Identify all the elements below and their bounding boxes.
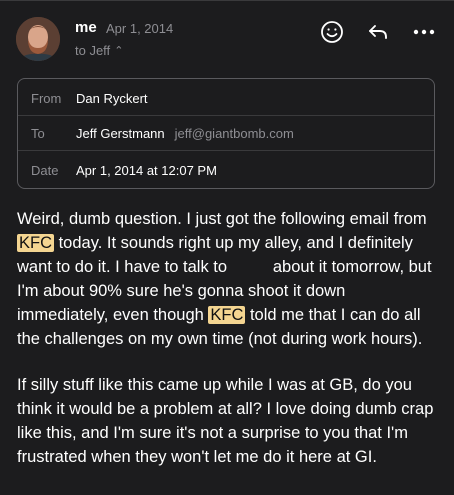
recipients-summary: to Jeff (75, 43, 111, 58)
reply-icon[interactable] (364, 18, 392, 46)
more-icon[interactable] (410, 18, 438, 46)
search-highlight: KFC (208, 306, 246, 324)
recipients-toggle[interactable]: to Jeff ⌃ (75, 43, 123, 58)
message-details-panel: From Dan Ryckert To Jeff Gerstmann jeff@g… (17, 78, 435, 189)
from-value[interactable]: Dan Ryckert (76, 91, 148, 106)
sender-name: me (75, 19, 97, 36)
to-value[interactable]: Jeff Gerstmann jeff@giantbomb.com (76, 126, 294, 141)
to-name: Jeff Gerstmann (76, 126, 165, 141)
details-divider (18, 150, 434, 151)
body-text: Weird, dumb question. I just got the fol… (17, 210, 427, 228)
details-divider (18, 115, 434, 116)
date-row: Date Apr 1, 2014 at 12:07 PM (18, 163, 434, 183)
from-row: From Dan Ryckert (18, 91, 434, 111)
sender-avatar[interactable] (16, 17, 60, 61)
to-email: jeff@giantbomb.com (174, 126, 294, 141)
message-body: Weird, dumb question. I just got the fol… (17, 207, 437, 469)
to-label: To (31, 126, 45, 141)
top-divider (0, 0, 454, 1)
message-date: Apr 1, 2014 (106, 21, 174, 36)
message-actions (318, 18, 438, 46)
date-value: Apr 1, 2014 at 12:07 PM (76, 163, 217, 178)
search-highlight: KFC (17, 234, 54, 252)
smiley-icon[interactable] (318, 18, 346, 46)
date-label: Date (31, 163, 59, 178)
chevron-up-icon: ⌃ (114, 45, 124, 57)
from-label: From (31, 91, 62, 106)
body-paragraph: If silly stuff like this came up while I… (17, 376, 434, 466)
body-paragraph: Weird, dumb question. I just got the fol… (17, 207, 437, 351)
to-row: To Jeff Gerstmann jeff@giantbomb.com (18, 126, 434, 146)
